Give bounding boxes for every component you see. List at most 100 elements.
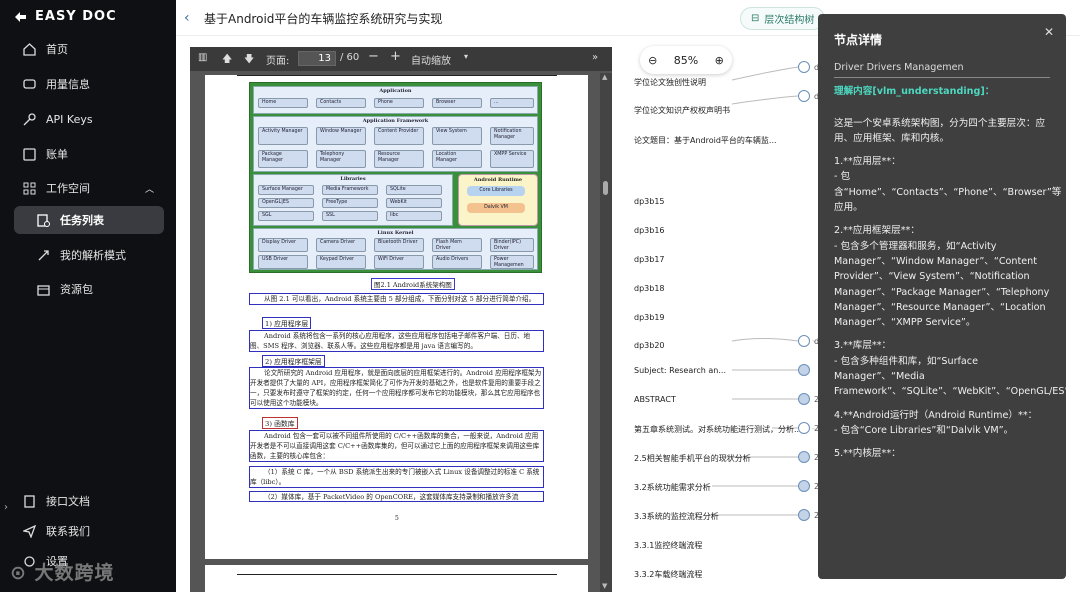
- node-dot[interactable]: [798, 422, 810, 434]
- tab-label: 层次结构树: [764, 15, 815, 26]
- sidebar-toggle-icon[interactable]: ▥: [198, 52, 207, 63]
- mind-map-node[interactable]: 学位论文独创性说明: [634, 77, 706, 88]
- watermark: ⊙ 大数跨境: [10, 562, 115, 584]
- app-contacts: Contacts: [316, 98, 366, 108]
- sidebar-item-home[interactable]: 首页: [14, 35, 164, 63]
- rt-core-libraries: Core Libraries: [467, 186, 525, 196]
- fw-activity: Activity Manager: [258, 127, 308, 145]
- detail-line: - 包含多种组件和库，如“Surface Manager”、“Media Fra…: [834, 355, 1066, 398]
- next-page-icon[interactable]: 🡇: [244, 52, 254, 69]
- kn-power: Power Managemen: [490, 255, 534, 269]
- mind-map-node[interactable]: 第五章系统测试。对系统功能进行测试，分析...: [634, 424, 802, 435]
- paragraph: Android 系统将包含一系列的核心应用程序，这些应用程序包括电子邮件客户端、…: [249, 330, 544, 352]
- paragraph: 从图 2.1 可以看出，Android 系统主要由 5 部分组成，下面分别对这 …: [249, 293, 544, 305]
- node-dot[interactable]: [798, 364, 810, 376]
- figure-caption: 图2.1 Android系统架构图: [371, 278, 455, 290]
- mind-map-node[interactable]: dp3b19: [634, 313, 665, 322]
- detail-line: - 包含多个管理器和服务，如“Activity Manager”、“Window…: [834, 240, 1050, 329]
- panel-title: 节点详情: [834, 33, 883, 47]
- key-icon: [22, 112, 36, 126]
- mind-map-node[interactable]: dp3b16: [634, 226, 665, 235]
- sidebar-item-label: 我的解析模式: [60, 249, 126, 262]
- kn-keypad: Keypad Driver: [316, 255, 366, 269]
- logo[interactable]: EASY DOC: [14, 9, 117, 24]
- zoom-in-icon[interactable]: ⊕: [715, 54, 724, 67]
- page-number-input[interactable]: 13: [298, 51, 336, 66]
- tab-hierarchy-tree[interactable]: ⊟ 层次结构树: [740, 7, 826, 30]
- lib-opengl: OpenGL|ES: [258, 198, 314, 208]
- node-dot[interactable]: [798, 90, 810, 102]
- layer-runtime: Android Runtime Core Libraries Dalvik VM: [458, 174, 538, 226]
- app-browser: Browser: [432, 98, 482, 108]
- sidebar-item-api-docs[interactable]: 接口文档: [14, 487, 164, 515]
- zoom-in-icon[interactable]: +: [390, 49, 401, 64]
- mind-map-node[interactable]: 3.3.2车载终端流程: [634, 569, 702, 580]
- lib-webkit: WebKit: [386, 198, 442, 208]
- detail-line: 这是一个安卓系统架构图，分为四个主要层次：应用、应用框架、库和内核。: [834, 117, 1046, 144]
- mind-map-node[interactable]: 2.5相关智能手机平台的现状分析: [634, 453, 751, 464]
- node-dot[interactable]: [798, 451, 810, 463]
- zoom-out-icon[interactable]: −: [368, 49, 379, 64]
- more-tools-icon[interactable]: »: [592, 52, 598, 63]
- fw-resource: Resource Manager: [374, 150, 424, 168]
- close-icon[interactable]: ✕: [1044, 25, 1054, 39]
- mind-map-node[interactable]: 学位论文知识产权权声明书: [634, 105, 730, 116]
- mind-map-node[interactable]: dp3b15: [634, 197, 665, 206]
- lib-sgl: SGL: [258, 211, 314, 221]
- mind-map-node[interactable]: dp3b20: [634, 341, 665, 350]
- zoom-out-icon[interactable]: ⊖: [648, 54, 657, 67]
- mind-map-node[interactable]: dp3b18: [634, 284, 665, 293]
- section-heading: 1) 应用程序层: [262, 317, 312, 329]
- detail-line: 5.**内核层**：: [834, 448, 901, 460]
- document-title: 基于Android平台的车辆监控系统研究与实现: [204, 12, 443, 26]
- back-arrow-icon[interactable]: ‹: [184, 10, 190, 26]
- node-dot[interactable]: [798, 61, 810, 73]
- mind-map-node[interactable]: dp3b17: [634, 255, 665, 264]
- node-dot[interactable]: [798, 509, 810, 521]
- sidebar-item-packages[interactable]: 资源包: [14, 275, 164, 303]
- detail-line: 1.**应用层**：: [834, 156, 901, 168]
- node-dot[interactable]: [798, 335, 810, 347]
- sidebar-item-label: 接口文档: [46, 495, 90, 508]
- app-phone: Phone: [374, 98, 424, 108]
- kn-wifi: WiFi Driver: [374, 255, 424, 269]
- previous-content: Driver Drivers Managemen: [834, 60, 1050, 79]
- zoom-level: 85%: [673, 53, 699, 67]
- fw-notification: Notification Manager: [490, 127, 534, 145]
- app-more: ...: [490, 98, 534, 108]
- sidebar-item-label: 账单: [46, 148, 68, 161]
- logo-text: EASY DOC: [35, 9, 117, 24]
- mind-map-node[interactable]: Subject: Research an...: [634, 366, 726, 375]
- layer-framework: Application Framework Activity Manager W…: [253, 116, 538, 172]
- zoom-select[interactable]: 自动缩放: [411, 52, 451, 67]
- sidebar-item-usage[interactable]: 用量信息: [14, 70, 164, 98]
- pdf-page: Application Home Contacts Phone Browser …: [205, 75, 588, 559]
- mind-map-node[interactable]: 3.2系统功能需求分析: [634, 482, 711, 493]
- mind-map-node[interactable]: 3.3系统的监控流程分析: [634, 511, 719, 522]
- sidebar-item-workspace[interactable]: 工作空间 ︿: [14, 174, 164, 202]
- fw-window: Window Manager: [316, 127, 366, 145]
- mind-map-node[interactable]: 3.3.1监控终端流程: [634, 540, 702, 551]
- doc-icon: [22, 494, 36, 508]
- zoom-control: ⊖ 85% ⊕: [640, 46, 732, 74]
- home-icon: [22, 42, 36, 56]
- understanding-tag: 理解内容[vlm_understanding]：: [834, 86, 995, 98]
- node-dot[interactable]: [798, 480, 810, 492]
- detail-line: 2.**应用框架层**：: [834, 225, 920, 237]
- sidebar-item-tasks[interactable]: 任务列表: [14, 206, 164, 234]
- paragraph: Android 包含一套可以被不同组件所使用的 C/C++函数库的集合，一般来说…: [249, 430, 544, 462]
- pdf-scrollbar[interactable]: ▲ ▼: [600, 73, 612, 592]
- chevron-up-icon[interactable]: ︿: [145, 182, 154, 195]
- sidebar-item-api-keys[interactable]: API Keys: [14, 105, 164, 133]
- mind-map-node[interactable]: ABSTRACT: [634, 395, 676, 404]
- bill-icon: [22, 147, 36, 161]
- sidebar-item-bills[interactable]: 账单: [14, 140, 164, 168]
- sidebar-item-contact[interactable]: 联系我们: [14, 517, 164, 545]
- pdf-toolbar: ▥ 🡅 🡇 页面: 13 / 60 − + 自动缩放 ▾ »: [190, 47, 612, 71]
- sidebar-item-parse-modes[interactable]: 我的解析模式: [14, 241, 164, 269]
- node-dot[interactable]: [798, 393, 810, 405]
- paragraph: （1）系统 C 库，一个从 BSD 系统派生出来的专门被嵌入式 Linux 设备…: [249, 466, 544, 488]
- expand-arrow-icon[interactable]: ›: [4, 502, 16, 514]
- mind-map-node[interactable]: 论文题目：基于Android平台的车辆监...: [634, 135, 777, 146]
- prev-page-icon[interactable]: 🡅: [222, 52, 232, 69]
